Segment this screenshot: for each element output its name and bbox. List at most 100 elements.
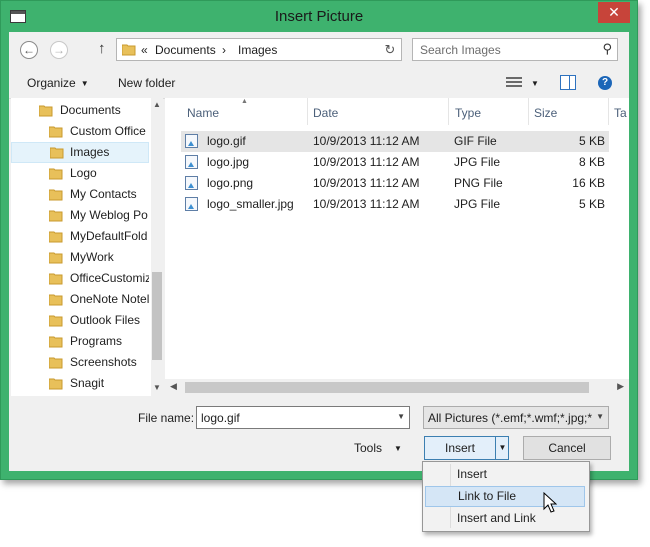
chevron-down-icon[interactable]: ▼ (594, 412, 604, 421)
file-name: logo.png (207, 176, 254, 190)
file-name-input[interactable]: logo.gif ▼ (196, 406, 410, 429)
tools-button[interactable]: Tools ▼ (354, 441, 402, 455)
file-type-filter[interactable]: All Pictures (*.emf;*.wmf;*.jpg;* ▼ (423, 406, 609, 429)
column-divider[interactable] (448, 98, 449, 125)
file-row[interactable]: logo.gif 10/9/2013 11:12 AM GIF File 5 K… (181, 131, 609, 152)
file-name: logo.jpg (207, 155, 250, 169)
window-title: Insert Picture (274, 8, 364, 25)
folder-icon (49, 210, 63, 222)
column-header-tags[interactable]: Ta (614, 106, 627, 120)
sidebar-item-images[interactable]: Images (11, 142, 149, 163)
sidebar-item-documents[interactable]: Documents (11, 100, 149, 121)
sidebar-item-label: Logo (70, 166, 97, 180)
breadcrumb-images[interactable]: Images (238, 43, 277, 57)
file-name: logo_smaller.jpg (207, 197, 294, 211)
file-name: logo.gif (207, 134, 246, 148)
chevron-down-icon[interactable]: ▼ (397, 412, 405, 421)
file-row[interactable]: logo.jpg 10/9/2013 11:12 AM JPG File 8 K… (181, 152, 609, 173)
insert-split-button[interactable]: Insert ▼ (424, 436, 509, 460)
refresh-icon[interactable]: ↻ (381, 41, 399, 58)
help-icon[interactable]: ? (598, 76, 612, 90)
view-options-dropdown[interactable]: ▼ (531, 76, 539, 90)
sidebar-item-label: My Weblog Po (70, 208, 148, 222)
file-row[interactable]: logo.png 10/9/2013 11:12 AM PNG File 16 … (181, 173, 609, 194)
column-divider[interactable] (528, 98, 529, 125)
sidebar-item-my-contacts[interactable]: My Contacts (11, 184, 149, 205)
sidebar-item-label: Images (70, 145, 110, 159)
organize-button[interactable]: Organize ▼ (27, 76, 89, 90)
insert-dropdown-button[interactable]: ▼ (495, 437, 509, 459)
folder-icon (49, 336, 63, 348)
close-button[interactable]: ✕ (598, 2, 630, 23)
sidebar-item-my-weblog-posts[interactable]: My Weblog Po (11, 205, 149, 226)
sidebar-item-outlook-files[interactable]: Outlook Files (11, 310, 149, 331)
file-date: 10/9/2013 11:12 AM (313, 176, 420, 190)
file-size: 5 KB (578, 134, 605, 148)
scroll-right-icon[interactable]: ▶ (617, 381, 624, 392)
sidebar-item-onenote-notebooks[interactable]: OneNote Notel (11, 289, 149, 310)
back-button[interactable]: ← (20, 41, 38, 59)
scroll-down-icon[interactable]: ▼ (151, 383, 163, 392)
menu-item-link-to-file[interactable]: Link to File (425, 486, 585, 507)
file-row[interactable]: logo_smaller.jpg 10/9/2013 11:12 AM JPG … (181, 194, 609, 215)
folder-icon (49, 231, 63, 243)
horizontal-scrollbar[interactable]: ◀ ▶ (165, 379, 629, 396)
breadcrumb-separator[interactable]: › (222, 43, 226, 57)
sidebar-item-officecustomization[interactable]: OfficeCustomiz (11, 268, 149, 289)
sidebar-item-mydefaultfolder[interactable]: MyDefaultFold (11, 226, 149, 247)
column-header-name[interactable]: Name (187, 106, 219, 120)
menu-item-insert[interactable]: Insert (425, 464, 585, 485)
dialog-client: ← → ↑ « Documents › Images ↻ Search Imag… (9, 32, 629, 471)
search-icon[interactable]: ⚲ (602, 41, 612, 57)
sidebar-item-label: My Contacts (70, 187, 137, 201)
address-prefix[interactable]: « (141, 43, 148, 57)
scrollbar-thumb[interactable] (185, 382, 589, 393)
search-input[interactable]: Search Images ⚲ (412, 38, 618, 61)
file-list: ▲ Name Date Type Size Ta logo.gif 10/9/2… (165, 98, 629, 396)
file-name-label: File name: (138, 411, 195, 425)
file-size: 16 KB (572, 176, 605, 190)
search-placeholder: Search Images (420, 43, 501, 57)
scrollbar-thumb[interactable] (152, 272, 162, 360)
file-name-value: logo.gif (201, 411, 240, 425)
address-bar[interactable]: « Documents › Images ↻ (116, 38, 402, 61)
folder-icon (49, 252, 63, 264)
up-button[interactable]: ↑ (98, 40, 106, 57)
menu-item-insert-and-link[interactable]: Insert and Link (425, 508, 585, 529)
sidebar-item-snagit[interactable]: Snagit (11, 373, 149, 394)
cancel-button[interactable]: Cancel (523, 436, 611, 460)
sidebar-item-custom-office[interactable]: Custom Office (11, 121, 149, 142)
forward-button[interactable]: → (50, 41, 68, 59)
column-divider[interactable] (307, 98, 308, 125)
file-date: 10/9/2013 11:12 AM (313, 134, 420, 148)
folder-icon (122, 44, 136, 56)
navigation-bar: ← → ↑ « Documents › Images ↻ Search Imag… (9, 32, 629, 68)
navigation-scrollbar[interactable]: ▲ ▼ (151, 98, 163, 396)
column-header-date[interactable]: Date (313, 106, 338, 120)
sidebar-item-mywork[interactable]: MyWork (11, 247, 149, 268)
sort-arrow-icon: ▲ (241, 98, 248, 105)
file-type: JPG File (454, 155, 501, 169)
sidebar-item-screenshots[interactable]: Screenshots (11, 352, 149, 373)
breadcrumb-documents[interactable]: Documents (155, 43, 216, 57)
preview-pane-icon[interactable] (560, 75, 576, 90)
sidebar-item-label: Screenshots (70, 355, 137, 369)
column-header-size[interactable]: Size (534, 106, 557, 120)
column-divider[interactable] (608, 98, 609, 125)
column-header-type[interactable]: Type (455, 106, 481, 120)
new-folder-button[interactable]: New folder (118, 76, 175, 90)
image-file-icon (185, 197, 198, 211)
sidebar-item-label: MyWork (70, 250, 114, 264)
image-file-icon (185, 155, 198, 169)
sidebar-item-label: MyDefaultFold (70, 229, 148, 243)
sidebar-item-programs[interactable]: Programs (11, 331, 149, 352)
view-options-icon[interactable] (506, 76, 522, 90)
organize-label: Organize (27, 76, 76, 90)
mouse-cursor-icon (543, 492, 557, 513)
scroll-left-icon[interactable]: ◀ (170, 381, 177, 392)
insert-button[interactable]: Insert (425, 437, 495, 459)
sidebar-item-logo[interactable]: Logo (11, 163, 149, 184)
file-size: 5 KB (578, 197, 605, 211)
insert-options-menu: Insert Link to File Insert and Link (422, 461, 590, 532)
scroll-up-icon[interactable]: ▲ (151, 100, 163, 109)
